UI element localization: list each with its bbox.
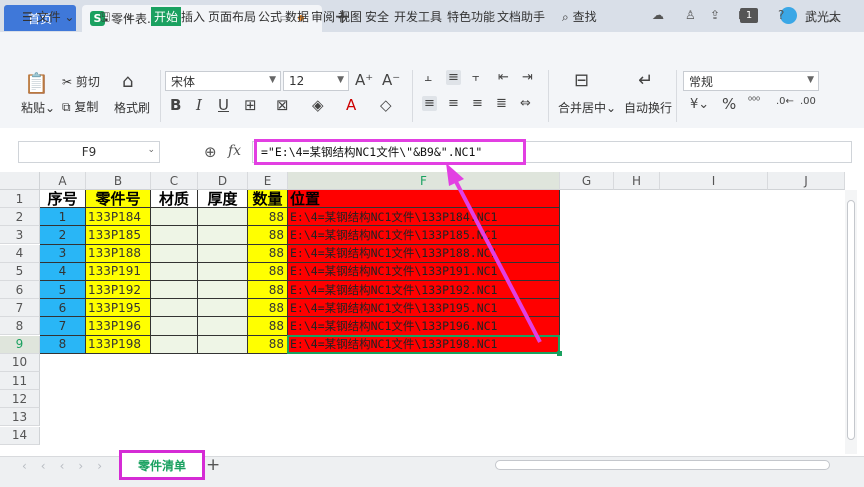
- add-sheet-button[interactable]: +: [206, 455, 220, 475]
- annotation-arrow: [446, 163, 542, 343]
- sheet-nav-arrows[interactable]: ‹‹‹››: [22, 459, 116, 473]
- sheet-tab-parts-list[interactable]: 零件清单: [119, 450, 205, 480]
- horizontal-scrollbar[interactable]: [495, 460, 830, 470]
